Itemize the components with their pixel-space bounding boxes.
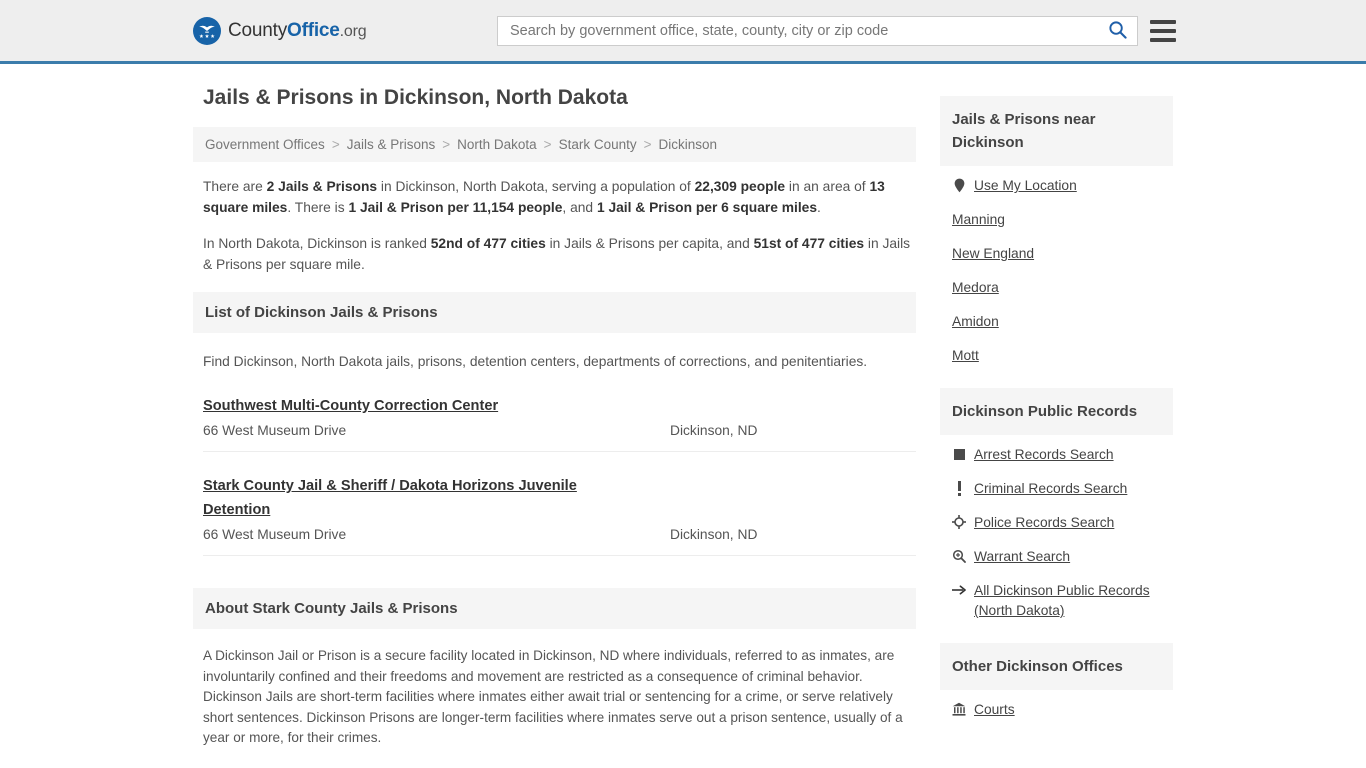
listing-row: Southwest Multi-County Correction Center… bbox=[203, 394, 916, 452]
sidebar-item-courts[interactable]: Courts bbox=[952, 700, 1173, 720]
listing-detail: 66 West Museum Drive Dickinson, ND bbox=[203, 420, 916, 442]
sidebar-item-warrant-search[interactable]: Warrant Search bbox=[952, 547, 1173, 567]
sidebar-section-public-records: Dickinson Public Records Arrest Records … bbox=[940, 388, 1173, 635]
about-paragraph: A Dickinson Jail or Prison is a secure f… bbox=[203, 648, 903, 745]
sidebar-link-label[interactable]: Medora bbox=[952, 278, 999, 298]
stats-paragraph-2: In North Dakota, Dickinson is ranked 52n… bbox=[203, 233, 916, 275]
sidebar-link-label[interactable]: Warrant Search bbox=[974, 547, 1070, 567]
menu-bar-3 bbox=[1150, 37, 1176, 42]
breadcrumb-item-jails-prisons[interactable]: Jails & Prisons bbox=[347, 137, 436, 152]
logo-text-office: Office bbox=[287, 19, 340, 41]
stats-paragraph-1: There are 2 Jails & Prisons in Dickinson… bbox=[203, 176, 916, 218]
stats-text: , and bbox=[562, 200, 597, 215]
stats-text: in an area of bbox=[785, 179, 870, 194]
logo-text-org: .org bbox=[339, 22, 367, 40]
stats-text: . bbox=[817, 200, 821, 215]
rank-text: In North Dakota, Dickinson is ranked bbox=[203, 236, 431, 251]
breadcrumb-item-stark-county[interactable]: Stark County bbox=[559, 137, 637, 152]
sidebar-other-offices-links: Courts bbox=[940, 690, 1173, 734]
site-logo[interactable]: CountyOffice.org bbox=[193, 16, 367, 45]
sidebar-link-label[interactable]: Police Records Search bbox=[974, 513, 1114, 533]
list-section-subtext: Find Dickinson, North Dakota jails, pris… bbox=[203, 354, 868, 369]
square-icon bbox=[952, 445, 966, 463]
sidebar-item-amidon[interactable]: Amidon bbox=[952, 312, 1173, 332]
sidebar-item-medora[interactable]: Medora bbox=[952, 278, 1173, 298]
sidebar-item-new-england[interactable]: New England bbox=[952, 244, 1173, 264]
sidebar-link-label[interactable]: Mott bbox=[952, 346, 979, 366]
sidebar-link-label[interactable]: Courts bbox=[974, 700, 1015, 720]
menu-bar-2 bbox=[1150, 28, 1176, 33]
site-header: CountyOffice.org bbox=[0, 0, 1366, 64]
page-title: Jails & Prisons in Dickinson, North Dako… bbox=[203, 86, 628, 109]
sidebar-heading-near: Jails & Prisons near Dickinson bbox=[940, 96, 1173, 166]
sidebar-link-label[interactable]: Criminal Records Search bbox=[974, 479, 1127, 499]
courthouse-icon bbox=[952, 700, 966, 718]
stats-text: . There is bbox=[287, 200, 349, 215]
sidebar-link-label[interactable]: New England bbox=[952, 244, 1034, 264]
sidebar-item-mott[interactable]: Mott bbox=[952, 346, 1173, 366]
rank-value-per-square-mile: 51st of 477 cities bbox=[753, 236, 865, 251]
stats-value-per-people: 1 Jail & Prison per 11,154 people bbox=[348, 200, 563, 215]
stats-value-per-area: 1 Jail & Prison per 6 square miles bbox=[596, 200, 818, 215]
site-logo-text: CountyOffice.org bbox=[228, 19, 367, 42]
magnifier-plus-icon bbox=[952, 547, 966, 565]
breadcrumb-separator: > bbox=[643, 137, 652, 152]
stats-text: in Dickinson, North Dakota, serving a po… bbox=[377, 179, 695, 194]
sidebar-item-use-my-location[interactable]: Use My Location bbox=[952, 176, 1173, 196]
sidebar-item-criminal-records-search[interactable]: Criminal Records Search bbox=[952, 479, 1173, 499]
sidebar-link-label[interactable]: Use My Location bbox=[974, 176, 1077, 196]
breadcrumb-separator: > bbox=[442, 137, 451, 152]
hamburger-menu-icon[interactable] bbox=[1150, 19, 1176, 42]
map-pin-icon bbox=[952, 176, 966, 194]
sidebar-item-police-records-search[interactable]: Police Records Search bbox=[952, 513, 1173, 533]
rank-value-per-capita: 52nd of 477 cities bbox=[430, 236, 546, 251]
arrow-right-icon bbox=[952, 581, 966, 599]
sidebar-item-all-public-records[interactable]: All Dickinson Public Records (North Dako… bbox=[952, 581, 1173, 621]
breadcrumb-item-north-dakota[interactable]: North Dakota bbox=[457, 137, 537, 152]
search-button[interactable] bbox=[1097, 17, 1137, 45]
main-content: Jails & Prisons in Dickinson, North Dako… bbox=[193, 86, 916, 768]
listing-title-link[interactable]: Southwest Multi-County Correction Center bbox=[203, 394, 498, 418]
crosshair-icon bbox=[952, 513, 966, 531]
listing-city-state: Dickinson, ND bbox=[670, 527, 758, 542]
stats-value-population: 22,309 people bbox=[694, 179, 786, 194]
breadcrumb-item-dickinson[interactable]: Dickinson bbox=[659, 137, 718, 152]
sidebar-heading-public-records: Dickinson Public Records bbox=[940, 388, 1173, 435]
sidebar-link-label[interactable]: All Dickinson Public Records (North Dako… bbox=[974, 581, 1173, 621]
search-icon bbox=[1108, 20, 1127, 42]
sidebar-heading-other-offices: Other Dickinson Offices bbox=[940, 643, 1173, 690]
sidebar: Jails & Prisons near Dickinson Use My Lo… bbox=[940, 86, 1173, 742]
breadcrumb-separator: > bbox=[543, 137, 552, 152]
sidebar-link-label[interactable]: Manning bbox=[952, 210, 1005, 230]
page-body: Jails & Prisons in Dickinson, North Dako… bbox=[0, 64, 1366, 768]
list-section-heading: List of Dickinson Jails & Prisons bbox=[193, 292, 916, 333]
logo-text-county: County bbox=[228, 19, 288, 41]
about-section-heading: About Stark County Jails & Prisons bbox=[193, 588, 916, 629]
menu-bar-1 bbox=[1150, 19, 1176, 24]
sidebar-section-other-offices: Other Dickinson Offices Courts bbox=[940, 643, 1173, 734]
sidebar-section-near: Jails & Prisons near Dickinson Use My Lo… bbox=[940, 96, 1173, 380]
listing-title-link[interactable]: Stark County Jail & Sheriff / Dakota Hor… bbox=[203, 474, 623, 522]
listing-detail: 66 West Museum Drive Dickinson, ND bbox=[203, 524, 916, 546]
listing-city-state: Dickinson, ND bbox=[670, 423, 758, 438]
sidebar-item-arrest-records-search[interactable]: Arrest Records Search bbox=[952, 445, 1173, 465]
stats-text: There are bbox=[203, 179, 267, 194]
breadcrumb-separator: > bbox=[331, 137, 340, 152]
listing-row: Stark County Jail & Sheriff / Dakota Hor… bbox=[203, 474, 916, 556]
eagle-seal-icon bbox=[193, 16, 221, 45]
sidebar-public-records-links: Arrest Records Search Criminal Records S… bbox=[940, 435, 1173, 635]
sidebar-link-label[interactable]: Arrest Records Search bbox=[974, 445, 1114, 465]
exclamation-icon bbox=[952, 479, 966, 497]
sidebar-link-label[interactable]: Amidon bbox=[952, 312, 999, 332]
stats-value-count: 2 Jails & Prisons bbox=[266, 179, 378, 194]
rank-text: in Jails & Prisons per capita, and bbox=[545, 236, 754, 251]
search-bar bbox=[497, 15, 1138, 46]
listing-address: 66 West Museum Drive bbox=[203, 527, 347, 542]
sidebar-item-manning[interactable]: Manning bbox=[952, 210, 1173, 230]
listing-address: 66 West Museum Drive bbox=[203, 423, 347, 438]
sidebar-near-links: Use My Location Manning New England Medo… bbox=[940, 166, 1173, 380]
breadcrumb: Government Offices > Jails & Prisons > N… bbox=[193, 127, 916, 162]
search-input[interactable] bbox=[498, 16, 1097, 45]
breadcrumb-item-government-offices[interactable]: Government Offices bbox=[205, 137, 325, 152]
